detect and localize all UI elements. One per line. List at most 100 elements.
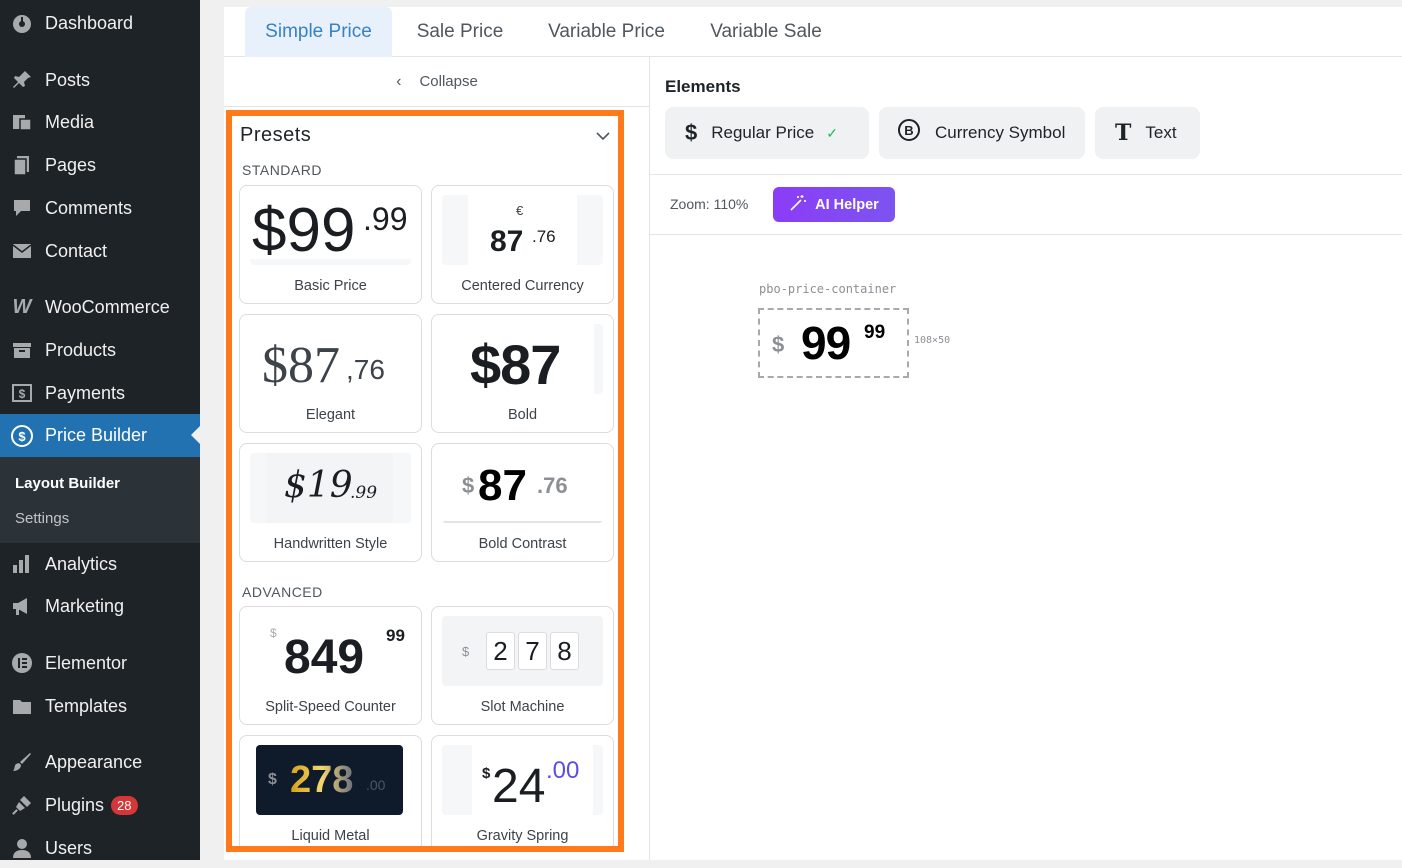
- preview-price-main: 87: [478, 461, 527, 510]
- preview-price-main: $87: [262, 337, 340, 394]
- tab-variable-sale[interactable]: Variable Sale: [696, 7, 836, 57]
- standard-section-label: STANDARD: [242, 162, 322, 178]
- preview-currency: $: [268, 771, 277, 788]
- preset-label: Split-Speed Counter: [265, 699, 396, 715]
- chevron-left-icon: ‹: [396, 72, 402, 90]
- preset-card-bold-contrast[interactable]: $ 87 .76 Bold Contrast: [431, 443, 614, 562]
- sidebar-item-label: Users: [45, 837, 93, 858]
- preset-preview: $87: [442, 324, 603, 394]
- dashboard-icon: [10, 11, 34, 35]
- sidebar-item-label: Pages: [45, 154, 97, 175]
- preset-card-basic-price[interactable]: $99 .99 Basic Price: [239, 185, 422, 304]
- advanced-section-label: ADVANCED: [242, 584, 323, 600]
- check-icon: ✓: [826, 124, 838, 141]
- canvas-currency-symbol[interactable]: $: [772, 332, 784, 358]
- submenu-settings[interactable]: Settings: [15, 510, 69, 527]
- preset-preview: $ 2 7 8: [442, 616, 603, 686]
- preset-label: Slot Machine: [480, 699, 565, 715]
- sidebar-item-analytics[interactable]: Analytics: [0, 544, 200, 584]
- sidebar-item-payments[interactable]: $ Payments: [0, 373, 200, 413]
- preview-price-cents: .99: [350, 483, 378, 503]
- submenu-layout-builder[interactable]: Layout Builder: [15, 475, 120, 492]
- slot-digit: 8: [550, 632, 579, 670]
- preset-card-liquid-metal[interactable]: $ 278 .00 Liquid Metal: [239, 735, 422, 846]
- svg-text:B: B: [904, 123, 913, 138]
- element-label: Text: [1145, 123, 1177, 142]
- preset-preview: € 87 .76: [442, 195, 603, 265]
- element-text-button[interactable]: T Text: [1095, 107, 1200, 159]
- plugin-icon: [10, 793, 34, 817]
- sidebar-item-marketing[interactable]: Marketing: [0, 586, 200, 626]
- sidebar-item-products[interactable]: Products: [0, 330, 200, 370]
- preset-card-centered-currency[interactable]: € 87 .76 Centered Currency: [431, 185, 614, 304]
- preview-price-main: 24: [492, 760, 546, 813]
- sidebar-item-elementor[interactable]: Elementor: [0, 643, 200, 683]
- sidebar-item-label: Posts: [45, 69, 91, 90]
- sidebar-item-contact[interactable]: Contact: [0, 231, 200, 271]
- svg-text:$: $: [18, 429, 26, 444]
- pin-icon: [10, 68, 34, 92]
- main-area: Simple Price Sale Price Variable Price V…: [200, 0, 1402, 860]
- sidebar-item-appearance[interactable]: Appearance: [0, 742, 200, 782]
- preset-label: Elegant: [305, 407, 356, 423]
- element-currency-symbol-button[interactable]: B Currency Symbol: [879, 107, 1085, 159]
- preview-price-main: 87: [490, 225, 524, 258]
- tab-simple-price[interactable]: Simple Price: [245, 7, 392, 57]
- preset-label: Basic Price: [294, 278, 367, 294]
- preview-price-main: 849: [284, 631, 365, 684]
- preview-currency: $: [462, 473, 475, 498]
- preset-card-bold[interactable]: $87 Bold: [431, 314, 614, 433]
- preset-card-elegant[interactable]: $87 ,76 Elegant: [239, 314, 422, 433]
- ai-helper-button[interactable]: AI Helper: [773, 187, 895, 222]
- canvas-regular-price[interactable]: 99: [801, 316, 851, 370]
- dollar-circle-icon: $: [10, 424, 34, 448]
- sidebar-item-price-builder[interactable]: $ Price Builder: [0, 414, 200, 457]
- mail-icon: [10, 239, 34, 263]
- preset-preview: $ 849 99: [250, 616, 411, 686]
- chevron-down-icon[interactable]: [596, 128, 610, 144]
- sidebar-item-posts[interactable]: Posts: [0, 60, 200, 100]
- sidebar-item-label: Templates: [45, 695, 128, 716]
- sidebar-item-label: Marketing: [45, 595, 125, 616]
- sidebar-item-label: Products: [45, 339, 117, 360]
- preview-currency: €: [516, 203, 524, 218]
- sidebar-item-pages[interactable]: Pages: [0, 145, 200, 185]
- sidebar-item-media[interactable]: Media: [0, 102, 200, 142]
- sidebar-item-dashboard[interactable]: Dashboard: [0, 3, 200, 43]
- preset-card-gravity-spring[interactable]: $ 24 .00 Gravity Spring: [431, 735, 614, 846]
- sidebar-item-label: Payments: [45, 382, 126, 403]
- price-type-tabs: Simple Price Sale Price Variable Price V…: [224, 7, 1402, 57]
- admin-sidebar: Dashboard Posts Media Pages Comments Con…: [0, 0, 200, 860]
- tab-sale-price[interactable]: Sale Price: [404, 7, 516, 57]
- canvas-price-cents[interactable]: 99: [864, 322, 885, 344]
- preview-price-cents: .76: [537, 473, 568, 498]
- presets-title[interactable]: Presets: [240, 124, 311, 147]
- sidebar-item-users[interactable]: Users: [0, 828, 200, 868]
- sidebar-item-label: WooCommerce: [45, 296, 170, 317]
- preview-price-main: $87: [470, 333, 561, 394]
- preview-price-cents: ,76: [346, 354, 385, 385]
- price-container[interactable]: $ 99 99: [758, 308, 909, 378]
- editor-panel: Elements $ Regular Price ✓ B Currency Sy…: [650, 57, 1402, 860]
- preset-card-split-speed-counter[interactable]: $ 849 99 Split-Speed Counter: [239, 606, 422, 725]
- container-name-label: pbo-price-container: [759, 282, 897, 296]
- sidebar-item-woocommerce[interactable]: W WooCommerce: [0, 287, 200, 327]
- collapse-button[interactable]: ‹ Collapse: [224, 57, 650, 107]
- sidebar-item-label: Appearance: [45, 751, 143, 772]
- sidebar-item-label: Price Builder: [45, 425, 148, 445]
- sidebar-item-comments[interactable]: Comments: [0, 188, 200, 228]
- presets-panel: ‹ Collapse Presets STANDARD $99 .99 Basi…: [224, 57, 668, 860]
- collapse-label: Collapse: [419, 73, 478, 90]
- preview-price-cents: .99: [363, 201, 408, 237]
- dollar-icon: $: [685, 120, 698, 145]
- tab-variable-price[interactable]: Variable Price: [534, 7, 679, 57]
- preset-label: Liquid Metal: [291, 828, 370, 844]
- ai-helper-label: AI Helper: [815, 196, 879, 213]
- preset-card-slot-machine[interactable]: $ 2 7 8 Slot Machine: [431, 606, 614, 725]
- preset-card-handwritten-style[interactable]: $19 .99 Handwritten Style: [239, 443, 422, 562]
- sidebar-item-templates[interactable]: Templates: [0, 686, 200, 726]
- preset-preview: $ 24 .00: [442, 745, 603, 815]
- preset-preview: $19 .99: [250, 453, 411, 523]
- element-regular-price-button[interactable]: $ Regular Price ✓: [665, 107, 869, 159]
- sidebar-item-plugins[interactable]: Plugins 28: [0, 785, 200, 825]
